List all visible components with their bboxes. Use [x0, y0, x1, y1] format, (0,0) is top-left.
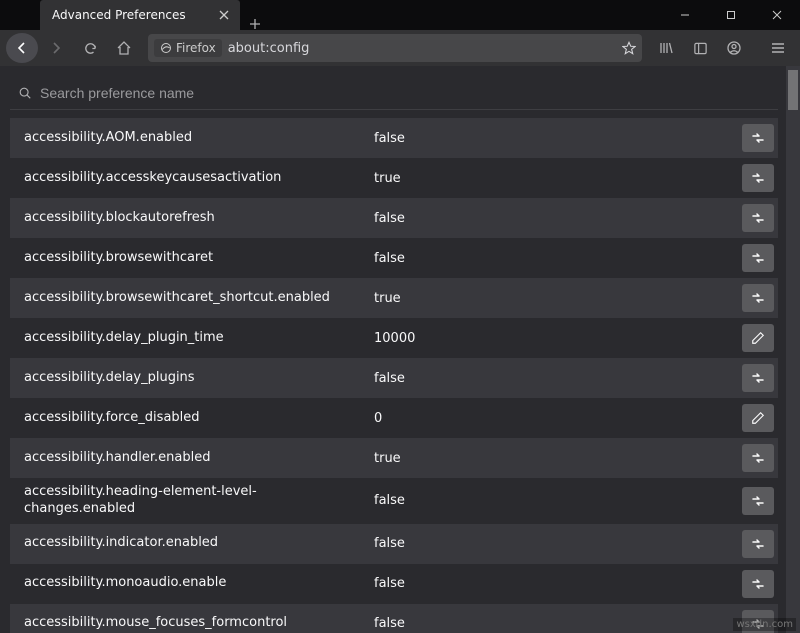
window-minimize-button[interactable]: [662, 0, 708, 30]
preference-search[interactable]: [10, 76, 778, 110]
toggle-icon: [750, 450, 766, 466]
pref-row[interactable]: accessibility.monoaudio.enablefalse: [10, 564, 778, 604]
pencil-icon: [751, 411, 765, 425]
pref-name: accessibility.force_disabled: [24, 410, 374, 427]
pref-value: false: [374, 576, 742, 591]
content-area: accessibility.AOM.enabledfalseaccessibil…: [0, 66, 800, 633]
nav-toolbar: Firefox about:config: [0, 30, 800, 66]
pref-value: false: [374, 251, 742, 266]
pencil-icon: [751, 331, 765, 345]
pref-row[interactable]: accessibility.mouse_focuses_formcontrolf…: [10, 604, 778, 633]
pref-row[interactable]: accessibility.browsewithcaret_shortcut.e…: [10, 278, 778, 318]
toggle-icon: [750, 170, 766, 186]
pref-row[interactable]: accessibility.delay_pluginsfalse: [10, 358, 778, 398]
pref-name: accessibility.delay_plugins: [24, 370, 374, 387]
window-close-button[interactable]: [754, 0, 800, 30]
pref-name: accessibility.mouse_focuses_formcontrol: [24, 615, 374, 632]
pref-name: accessibility.browsewithcaret: [24, 250, 374, 267]
pref-row[interactable]: accessibility.indicator.enabledfalse: [10, 524, 778, 564]
pref-value: false: [374, 371, 742, 386]
pref-value: true: [374, 451, 742, 466]
pref-row[interactable]: accessibility.force_disabled0: [10, 398, 778, 438]
toggle-icon: [750, 370, 766, 386]
pref-row[interactable]: accessibility.delay_plugin_time10000: [10, 318, 778, 358]
edit-button[interactable]: [742, 324, 774, 352]
app-menu-button[interactable]: [762, 33, 794, 63]
window-maximize-button[interactable]: [708, 0, 754, 30]
tab-advanced-preferences[interactable]: Advanced Preferences: [40, 0, 240, 30]
titlebar: Advanced Preferences: [0, 0, 800, 30]
tabs-strip: Advanced Preferences: [0, 0, 662, 30]
toggle-button[interactable]: [742, 164, 774, 192]
pref-value: false: [374, 536, 742, 551]
pref-value: false: [374, 211, 742, 226]
pref-name: accessibility.heading-element-level-chan…: [24, 484, 374, 518]
toggle-button[interactable]: [742, 284, 774, 312]
url-text: about:config: [228, 41, 616, 56]
pref-name: accessibility.delay_plugin_time: [24, 330, 374, 347]
toggle-button[interactable]: [742, 530, 774, 558]
pref-row[interactable]: accessibility.browsewithcaretfalse: [10, 238, 778, 278]
urlbar[interactable]: Firefox about:config: [148, 34, 642, 62]
pref-name: accessibility.indicator.enabled: [24, 535, 374, 552]
scroll-thumb[interactable]: [788, 70, 798, 110]
pref-name: accessibility.blockautorefresh: [24, 210, 374, 227]
pref-row[interactable]: accessibility.blockautorefreshfalse: [10, 198, 778, 238]
pref-row[interactable]: accessibility.accesskeycausesactivationt…: [10, 158, 778, 198]
toggle-button[interactable]: [742, 204, 774, 232]
toggle-icon: [750, 250, 766, 266]
sidebars-button[interactable]: [684, 33, 716, 63]
search-input[interactable]: [40, 85, 770, 101]
preferences-table: accessibility.AOM.enabledfalseaccessibil…: [10, 118, 778, 633]
pref-value: 0: [374, 411, 742, 426]
pref-name: accessibility.monoaudio.enable: [24, 575, 374, 592]
pref-value: false: [374, 131, 742, 146]
toggle-button[interactable]: [742, 444, 774, 472]
pref-name: accessibility.handler.enabled: [24, 450, 374, 467]
toggle-icon: [750, 290, 766, 306]
reload-button[interactable]: [74, 33, 106, 63]
account-button[interactable]: [718, 33, 750, 63]
close-tab-icon[interactable]: [216, 7, 232, 23]
edit-button[interactable]: [742, 404, 774, 432]
vertical-scrollbar[interactable]: [786, 66, 800, 633]
toggle-icon: [750, 536, 766, 552]
toggle-icon: [750, 210, 766, 226]
toggle-button[interactable]: [742, 124, 774, 152]
pref-name: accessibility.browsewithcaret_shortcut.e…: [24, 290, 374, 307]
watermark-text: wsxdn.com: [733, 618, 796, 631]
search-icon: [18, 86, 32, 100]
forward-button[interactable]: [40, 33, 72, 63]
pref-value: false: [374, 493, 742, 508]
toggle-icon: [750, 493, 766, 509]
window-controls: [662, 0, 800, 30]
toggle-button[interactable]: [742, 244, 774, 272]
library-button[interactable]: [650, 33, 682, 63]
pref-name: accessibility.accesskeycausesactivation: [24, 170, 374, 187]
toggle-button[interactable]: [742, 364, 774, 392]
pref-value: false: [374, 616, 742, 631]
toggle-icon: [750, 576, 766, 592]
home-button[interactable]: [108, 33, 140, 63]
pref-row[interactable]: accessibility.AOM.enabledfalse: [10, 118, 778, 158]
pref-value: true: [374, 171, 742, 186]
toggle-button[interactable]: [742, 487, 774, 515]
identity-label: Firefox: [176, 41, 216, 55]
back-button[interactable]: [6, 33, 38, 63]
new-tab-button[interactable]: [240, 18, 270, 30]
toggle-button[interactable]: [742, 570, 774, 598]
pref-value: 10000: [374, 331, 742, 346]
pref-row[interactable]: accessibility.handler.enabledtrue: [10, 438, 778, 478]
pref-row[interactable]: accessibility.heading-element-level-chan…: [10, 478, 778, 524]
toggle-icon: [750, 130, 766, 146]
identity-box[interactable]: Firefox: [154, 39, 222, 57]
pref-value: true: [374, 291, 742, 306]
bookmark-star-icon[interactable]: [622, 41, 636, 55]
tab-title: Advanced Preferences: [52, 8, 186, 22]
pref-name: accessibility.AOM.enabled: [24, 130, 374, 147]
firefox-icon: [160, 42, 172, 54]
